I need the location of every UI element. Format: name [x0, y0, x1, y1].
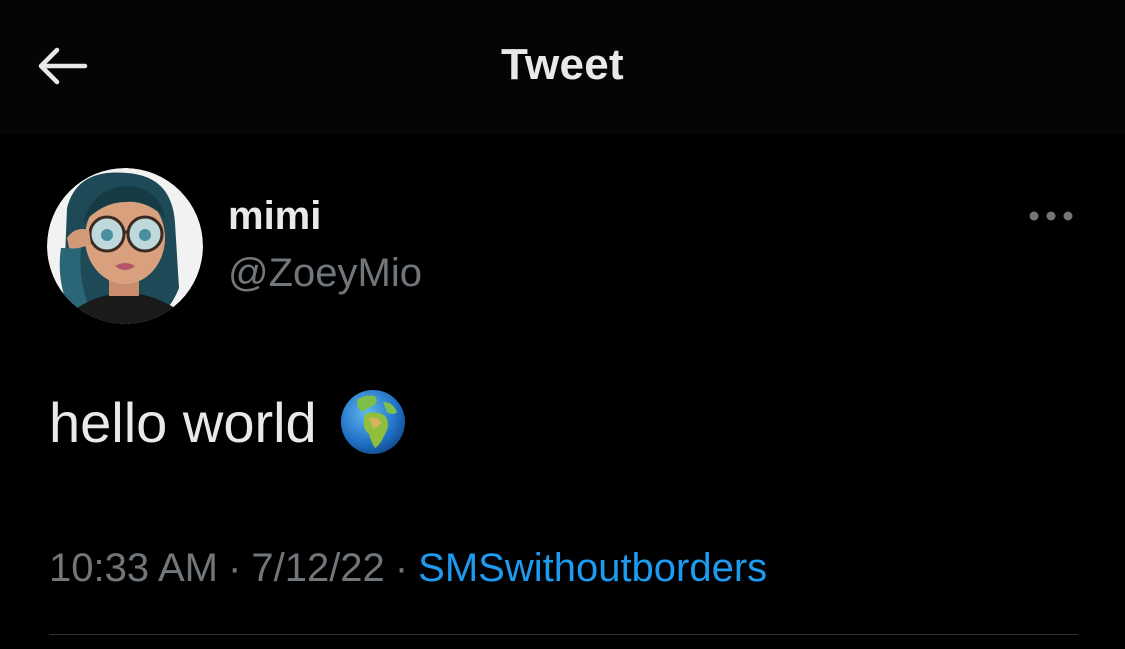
- meta-separator: ·: [228, 546, 242, 590]
- meta-separator: ·: [394, 546, 409, 590]
- user-handle[interactable]: @ZoeyMio: [228, 251, 422, 296]
- source-link[interactable]: SMSwithoutborders: [418, 546, 767, 590]
- tweet-body: hello world: [49, 388, 407, 456]
- tweet-text: hello world: [49, 390, 317, 454]
- top-bar: Tweet: [0, 0, 1125, 134]
- tweet-date: 7/12/22: [251, 546, 385, 590]
- more-options-button[interactable]: [1020, 196, 1082, 236]
- avatar[interactable]: [47, 168, 203, 324]
- page-title: Tweet: [501, 40, 624, 89]
- display-name[interactable]: mimi: [228, 194, 321, 239]
- globe-europe-africa-icon: [340, 390, 405, 454]
- tweet-time: 10:33 AM: [49, 546, 219, 590]
- divider: [49, 634, 1078, 635]
- avatar-illustration: [47, 168, 203, 324]
- more-horizontal-icon: [1029, 211, 1073, 221]
- tweet-meta: 10:33 AM · 7/12/22 · SMSwithoutborders: [49, 546, 767, 591]
